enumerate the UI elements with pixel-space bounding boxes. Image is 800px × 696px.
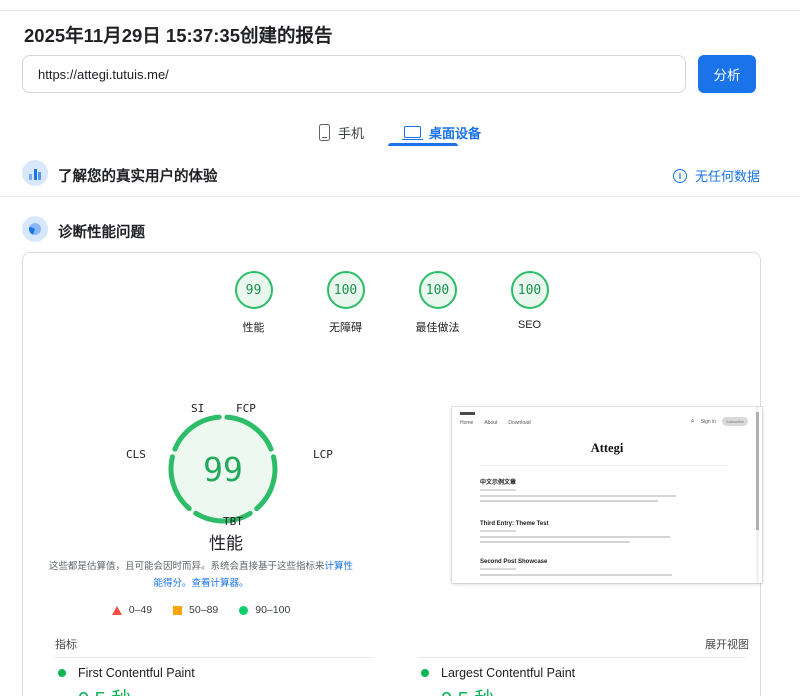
thumb-post-1: 中文示例文章 — [480, 477, 710, 504]
url-input[interactable] — [22, 55, 686, 93]
score-circle: 100 — [327, 271, 365, 309]
gauge-score: 99 — [164, 410, 282, 528]
gauge-category-label: 性能 — [106, 529, 346, 554]
thumb-post-text — [480, 536, 670, 538]
orange-square-icon — [173, 606, 182, 615]
analyze-button[interactable]: 分析 — [698, 55, 756, 93]
tab-desktop-label: 桌面设备 — [429, 123, 481, 142]
thumb-signin: Sign in — [701, 419, 716, 425]
diagnostics-section-header: 诊断性能问题 — [0, 216, 800, 250]
score-seo[interactable]: 100 SEO — [498, 271, 561, 335]
legend-range: 50–89 — [189, 604, 218, 616]
disclaimer-text: 这些都是估算值，且可能会因时而异。系统会直接基于这些指标来 — [49, 561, 325, 572]
score-accessibility[interactable]: 100 无障碍 — [314, 271, 377, 335]
metric-lcp: Largest Contentful Paint 0.5 秒 — [421, 666, 745, 696]
thumb-post-date — [480, 530, 516, 532]
metric-tbt-label: TBT — [223, 515, 243, 528]
no-data-link[interactable]: i 无任何数据 — [673, 166, 760, 185]
section-divider — [0, 196, 800, 197]
thumb-post-text — [480, 495, 676, 497]
pass-dot-icon — [58, 669, 66, 677]
field-data-title: 了解您的真实用户的体验 — [58, 165, 218, 186]
score-label: 无障碍 — [329, 319, 362, 335]
thumb-post-2: Third Entry: Theme Test — [480, 521, 710, 545]
score-circle: 100 — [511, 271, 549, 309]
estimate-disclaimer: 这些都是估算值，且可能会因时而异。系统会直接基于这些指标来计算性能得分。查看计算… — [48, 558, 354, 592]
green-circle-icon — [239, 606, 248, 615]
metric-divider — [55, 657, 373, 658]
metrics-header: 指标 — [55, 636, 77, 652]
legend-fail: 0–49 — [112, 604, 152, 616]
thumb-scrollbar[interactable] — [756, 407, 759, 583]
legend-average: 50–89 — [173, 604, 218, 616]
metric-lcp-label: LCP — [313, 448, 333, 461]
red-triangle-icon — [112, 606, 122, 615]
score-label: 最佳做法 — [416, 319, 460, 335]
metric-cls-label: CLS — [126, 448, 146, 461]
thumb-post-text — [480, 541, 630, 543]
metric-name: Largest Contentful Paint — [441, 666, 575, 680]
speedometer-glyph — [29, 223, 41, 235]
metric-fcp-label: FCP — [236, 402, 256, 415]
thumb-post-text — [480, 500, 658, 502]
thumb-subscribe-button: Subscribe — [722, 417, 748, 426]
thumb-nav-right: ⌕ Sign in Subscribe — [691, 417, 748, 426]
laptop-icon — [404, 126, 421, 138]
thumb-nav: Home About Download — [460, 420, 531, 426]
thumb-post-date — [480, 489, 516, 491]
legend-range: 90–100 — [255, 604, 290, 616]
thumb-nav-home: Home — [460, 420, 473, 426]
thumb-site-title: Attegi — [452, 441, 762, 456]
top-divider — [0, 10, 800, 11]
search-icon: ⌕ — [691, 418, 695, 426]
calculator-link[interactable]: 查看计算器。 — [192, 578, 249, 589]
tab-mobile-label: 手机 — [338, 123, 364, 142]
thumb-post-3: Second Post Showcase — [480, 559, 710, 579]
performance-gauge: 99 SI FCP CLS LCP TBT 性能 — [106, 399, 346, 559]
thumb-post-title: Third Entry: Theme Test — [480, 521, 710, 527]
no-data-label: 无任何数据 — [695, 166, 760, 185]
thumb-post-title: Second Post Showcase — [480, 559, 710, 565]
metric-si-label: SI — [191, 402, 204, 415]
score-legend: 0–49 50–89 90–100 — [48, 604, 354, 616]
legend-range: 0–49 — [129, 604, 152, 616]
thumb-nav-about: About — [484, 420, 497, 426]
bar-chart-glyph — [29, 169, 41, 180]
real-user-experience-icon — [22, 160, 48, 186]
score-circle: 100 — [419, 271, 457, 309]
diagnose-performance-icon — [22, 216, 48, 242]
metric-fcp: First Contentful Paint 0.5 秒 — [58, 666, 373, 696]
metric-value: 0.5 秒 — [441, 683, 494, 696]
pass-dot-icon — [421, 669, 429, 677]
thumb-post-text — [480, 574, 672, 576]
score-best-practices[interactable]: 100 最佳做法 — [406, 271, 469, 335]
expand-view-link[interactable]: 展开视图 — [705, 636, 749, 652]
tab-mobile[interactable]: 手机 — [313, 115, 370, 149]
score-label: 性能 — [243, 319, 265, 335]
score-label: SEO — [518, 319, 541, 331]
thumb-logo-bar — [460, 412, 475, 415]
thumb-nav-download: Download — [508, 420, 530, 426]
active-tab-indicator — [388, 143, 458, 146]
metric-value: 0.5 秒 — [78, 683, 131, 696]
field-data-section-header: 了解您的真实用户的体验 i 无任何数据 — [0, 160, 800, 194]
info-icon: i — [673, 169, 687, 183]
score-circle: 99 — [235, 271, 273, 309]
metric-divider — [418, 657, 745, 658]
thumb-post-title: 中文示例文章 — [480, 477, 710, 486]
score-performance[interactable]: 99 性能 — [222, 271, 285, 335]
legend-pass: 90–100 — [239, 604, 290, 616]
category-scores: 99 性能 100 无障碍 100 最佳做法 100 SEO — [23, 271, 760, 335]
phone-icon — [319, 124, 330, 141]
diagnostics-title: 诊断性能问题 — [58, 221, 145, 242]
thumb-divider — [480, 465, 728, 466]
page-screenshot-thumbnail[interactable]: Home About Download ⌕ Sign in Subscribe … — [452, 407, 762, 583]
metric-name: First Contentful Paint — [78, 666, 195, 680]
page-title: 2025年11月29日 15:37:35创建的报告 — [24, 22, 333, 48]
thumb-post-date — [480, 568, 516, 570]
